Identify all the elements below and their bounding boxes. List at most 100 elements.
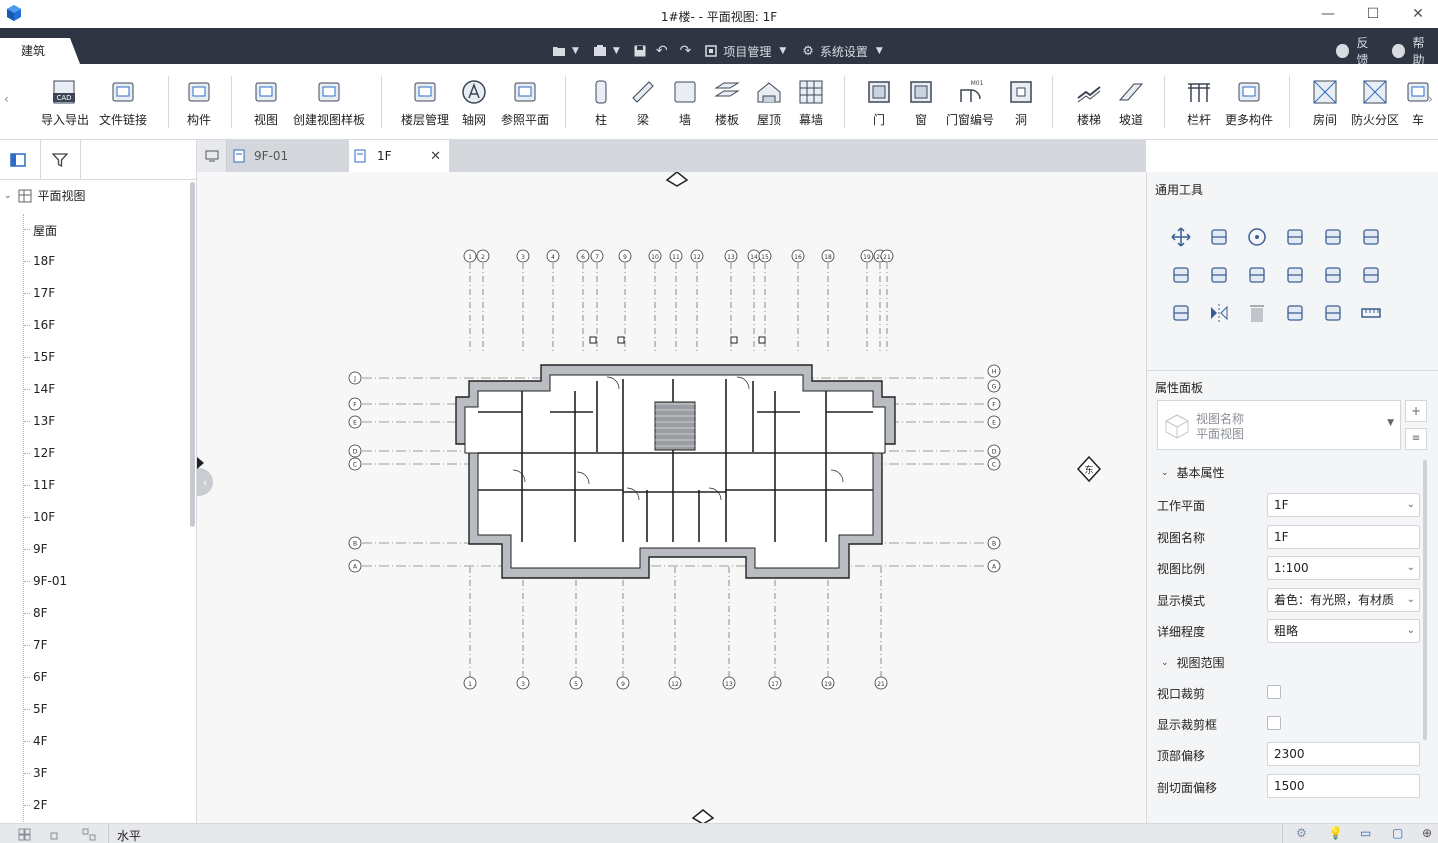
- ribbon-button-2[interactable]: 构件: [169, 78, 229, 128]
- tree-item-level[interactable]: 6F: [33, 670, 48, 684]
- tree-item-level[interactable]: 屋面: [33, 222, 57, 239]
- prop-checkbox[interactable]: [1267, 716, 1281, 730]
- 3d-box-icon[interactable]: [1284, 302, 1306, 324]
- tree-item-level[interactable]: 17F: [33, 286, 55, 300]
- help-link[interactable]: 帮助: [1413, 34, 1434, 68]
- floor-plan-drawing[interactable]: 1 2 3 4 6 7 9 10 11 12 13 14 15 16 18 19 20 211 3 5 9 12 13 17 1…: [197, 172, 1146, 823]
- window-icon[interactable]: ▭: [1360, 826, 1371, 840]
- ribbon-button-19[interactable]: 坡道: [1101, 78, 1161, 128]
- offset-icon[interactable]: [1360, 264, 1382, 286]
- tab-list-button[interactable]: [197, 140, 227, 172]
- prop-input[interactable]: 2300: [1267, 742, 1420, 766]
- view-range-section[interactable]: ⌄ 视图范围: [1161, 654, 1225, 671]
- tree-item-level[interactable]: 4F: [33, 734, 48, 748]
- undo-icon[interactable]: ↶: [656, 43, 668, 59]
- prop-dropdown[interactable]: 1:100 ⌄: [1267, 556, 1420, 580]
- props-scrollbar[interactable]: [1423, 460, 1427, 740]
- move-to-level-icon[interactable]: [1322, 302, 1344, 324]
- drawing-canvas[interactable]: 1 2 3 4 6 7 9 10 11 12 13 14 15 16 18 19 20 21 1 3 5 9 12 13 17 1…: [197, 172, 1146, 823]
- browser-scrollbar[interactable]: [190, 182, 195, 527]
- copy-icon[interactable]: [1208, 226, 1230, 248]
- expand-arrow-icon[interactable]: [197, 457, 204, 469]
- tree-item-level[interactable]: 16F: [33, 318, 55, 332]
- tree-item-level[interactable]: 5F: [33, 702, 48, 716]
- prop-checkbox[interactable]: [1267, 685, 1281, 699]
- system-settings-menu[interactable]: 系统设置: [820, 43, 868, 60]
- ribbon-button-21[interactable]: 更多构件: [1219, 78, 1279, 128]
- tree-item-level[interactable]: 9F-01: [33, 574, 67, 588]
- redo-icon[interactable]: ↷: [680, 43, 692, 59]
- tab-1f[interactable]: 1F ✕: [349, 140, 449, 172]
- tree-item-level[interactable]: 10F: [33, 510, 55, 524]
- group-icon[interactable]: [1170, 302, 1192, 324]
- tree-item-level[interactable]: 8F: [33, 606, 48, 620]
- tile-icon[interactable]: [82, 828, 96, 841]
- ribbon-button-3[interactable]: 视图: [236, 78, 296, 128]
- trim-icon[interactable]: [1246, 264, 1268, 286]
- tab-architecture[interactable]: 建筑: [0, 38, 80, 64]
- filter-icon[interactable]: [52, 152, 68, 168]
- move-icon[interactable]: [1170, 226, 1192, 248]
- tree-item-level[interactable]: 14F: [33, 382, 55, 396]
- tree-item-level[interactable]: 7F: [33, 638, 48, 652]
- minimize-button[interactable]: —: [1305, 0, 1351, 28]
- feedback-link[interactable]: 反馈: [1357, 34, 1378, 68]
- rotate-icon[interactable]: [1246, 226, 1268, 248]
- edit-type-button[interactable]: ≡: [1405, 428, 1427, 450]
- ribbon-button-13[interactable]: 幕墙: [781, 78, 841, 128]
- align-top-icon[interactable]: [1284, 226, 1306, 248]
- align-vertical-icon[interactable]: [1360, 226, 1382, 248]
- close-icon[interactable]: ✕: [430, 149, 441, 164]
- chevron-down-icon[interactable]: ▼: [572, 46, 579, 56]
- tab-9f-01[interactable]: 9F-01: [228, 140, 348, 172]
- orientation-mode[interactable]: 水平: [117, 827, 141, 843]
- type-selector[interactable]: 视图名称 平面视图 ▼: [1157, 400, 1401, 450]
- ribbon-button-1[interactable]: 文件链接: [93, 78, 153, 128]
- close-button[interactable]: ✕: [1395, 0, 1438, 28]
- maximize-button[interactable]: ☐: [1350, 0, 1396, 28]
- tree-item-level[interactable]: 18F: [33, 254, 55, 268]
- point-icon[interactable]: [50, 832, 58, 840]
- chevron-down-icon[interactable]: ▼: [613, 46, 620, 56]
- prop-input[interactable]: 1F: [1267, 524, 1420, 549]
- view-grid-icon[interactable]: [18, 828, 31, 841]
- array-icon[interactable]: [1170, 264, 1192, 286]
- save-icon[interactable]: [634, 45, 646, 57]
- cube-icon[interactable]: ▢: [1392, 826, 1403, 840]
- tree-item-level[interactable]: 13F: [33, 414, 55, 428]
- delete-icon[interactable]: [1246, 302, 1268, 324]
- settings-icon[interactable]: ⚙: [1296, 826, 1307, 840]
- extend-icon[interactable]: [1284, 264, 1306, 286]
- prop-dropdown[interactable]: 着色：有光照，有材质 ⌄: [1267, 587, 1420, 612]
- tree-root-plan-views[interactable]: ⌄ 平面视图: [4, 187, 86, 204]
- light-icon[interactable]: 💡: [1328, 826, 1343, 840]
- tree-item-level[interactable]: 11F: [33, 478, 55, 492]
- mirror-icon[interactable]: [1208, 302, 1230, 324]
- ribbon-button-0[interactable]: CAD 导入导出: [35, 78, 95, 128]
- basic-props-section[interactable]: ⌄ 基本属性: [1161, 464, 1225, 481]
- tree-item-level[interactable]: 12F: [33, 446, 55, 460]
- tree-item-level[interactable]: 2F: [33, 798, 48, 812]
- align-left-icon[interactable]: [1208, 264, 1230, 286]
- ribbon-button-7[interactable]: 参照平面: [495, 78, 555, 128]
- browser-toggle-icon[interactable]: [10, 153, 26, 167]
- add-type-button[interactable]: +: [1405, 400, 1427, 422]
- ribbon-button-24[interactable]: 车: [1388, 78, 1438, 128]
- project-icon[interactable]: [593, 45, 607, 57]
- ribbon-scroll-left[interactable]: ‹: [4, 92, 9, 106]
- tree-item-level[interactable]: 15F: [33, 350, 55, 364]
- tree-item-level[interactable]: 3F: [33, 766, 48, 780]
- project-management-menu[interactable]: 项目管理: [723, 43, 771, 60]
- chevron-down-icon[interactable]: ⌄: [4, 191, 12, 201]
- prop-dropdown[interactable]: 1F ⌄: [1267, 493, 1420, 517]
- tree-item-level[interactable]: 9F: [33, 542, 48, 556]
- open-folder-icon[interactable]: [552, 45, 566, 57]
- align-center-icon[interactable]: [1322, 226, 1344, 248]
- prop-input[interactable]: 1500: [1267, 774, 1420, 798]
- ribbon-button-17[interactable]: 洞: [991, 78, 1051, 128]
- prop-dropdown[interactable]: 粗略 ⌄: [1267, 619, 1420, 643]
- ribbon-button-4[interactable]: 创建视图样板: [293, 78, 365, 128]
- crosshair-icon[interactable]: ⊕: [1422, 826, 1432, 840]
- split-icon[interactable]: [1322, 264, 1344, 286]
- measure-icon[interactable]: [1360, 302, 1382, 324]
